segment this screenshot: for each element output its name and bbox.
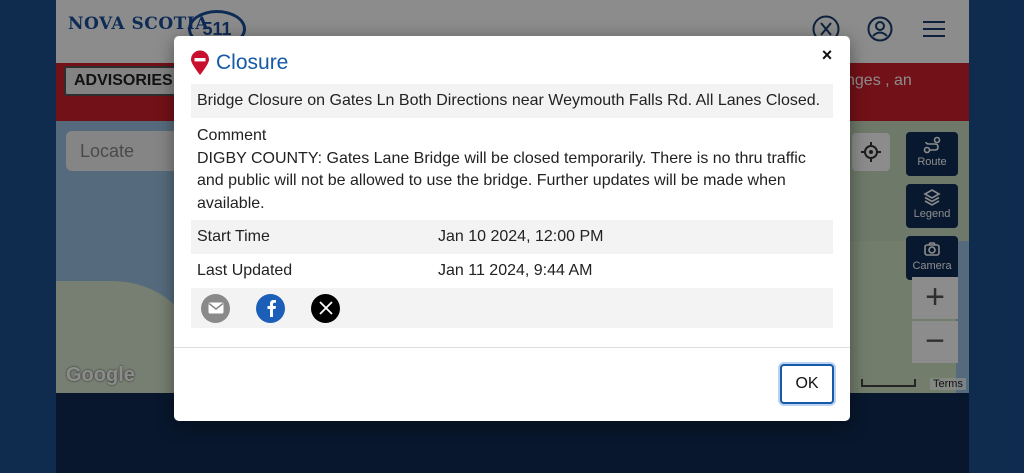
ok-button[interactable]: OK	[780, 364, 834, 404]
comment-section: Comment DIGBY COUNTY: Gates Lane Bridge …	[191, 118, 833, 220]
closure-summary: Bridge Closure on Gates Ln Both Directio…	[191, 84, 833, 118]
closure-pin-icon	[191, 50, 209, 75]
email-icon[interactable]	[201, 293, 230, 323]
facebook-icon[interactable]	[256, 293, 285, 323]
close-icon[interactable]: ×	[816, 44, 838, 66]
start-time-value: Jan 10 2024, 12:00 PM	[438, 228, 604, 245]
comment-label: Comment	[197, 127, 267, 144]
start-time-label: Start Time	[197, 228, 270, 245]
last-updated-row: Last Updated Jan 11 2024, 9:44 AM	[191, 254, 833, 288]
share-row	[191, 288, 833, 328]
dialog-divider	[174, 347, 850, 348]
start-time-row: Start Time Jan 10 2024, 12:00 PM	[191, 220, 833, 254]
comment-text: DIGBY COUNTY: Gates Lane Bridge will be …	[197, 149, 806, 212]
last-updated-label: Last Updated	[197, 262, 293, 279]
closure-dialog: Closure × Bridge Closure on Gates Ln Bot…	[174, 36, 850, 421]
last-updated-value: Jan 11 2024, 9:44 AM	[438, 262, 593, 279]
dialog-header: Closure	[190, 50, 288, 76]
dialog-content: Bridge Closure on Gates Ln Both Directio…	[191, 84, 833, 328]
dialog-title: Closure	[216, 51, 289, 74]
x-icon[interactable]	[311, 293, 340, 323]
